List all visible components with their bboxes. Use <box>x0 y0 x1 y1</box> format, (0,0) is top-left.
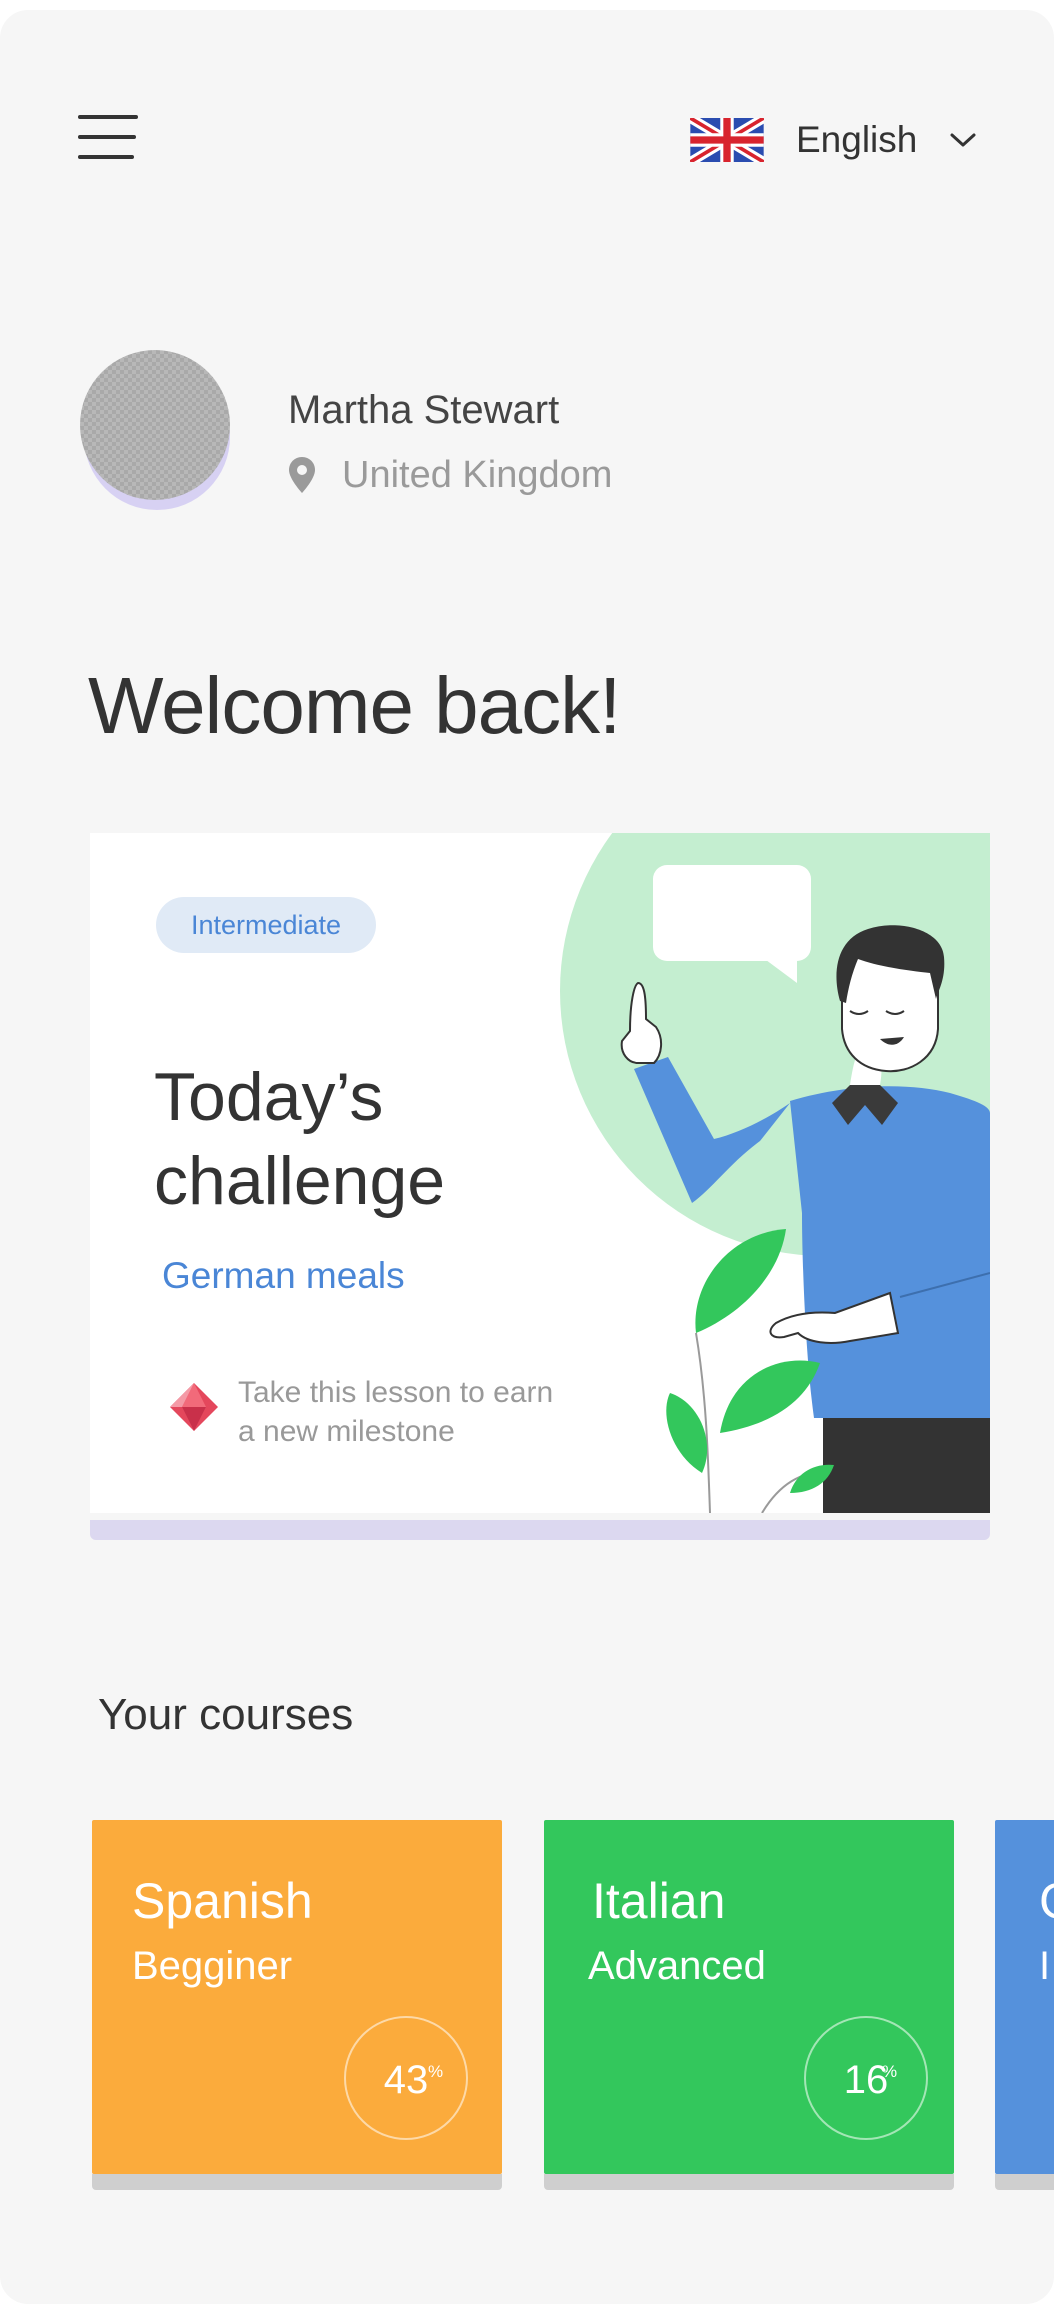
course-name: Italian <box>592 1873 726 1929</box>
user-name: Martha Stewart <box>288 388 560 432</box>
welcome-heading: Welcome back! <box>88 661 621 750</box>
challenge-title: Today’s challenge <box>154 1055 445 1223</box>
course-card-spanish[interactable]: Spanish Begginer 43 % <box>92 1820 502 2174</box>
language-label: English <box>796 119 918 160</box>
app-screen: English Martha Stewart United Kingdom We… <box>0 10 1054 2304</box>
gem-icon <box>170 1383 218 1431</box>
course-level: I <box>1039 1944 1051 1988</box>
course-card-partial[interactable]: G I <box>995 1820 1054 2174</box>
progress-value: 43 <box>383 2058 429 2102</box>
milestone-note: Take this lesson to earn a new milestone <box>238 1373 553 1451</box>
course-name: G <box>1039 1872 1054 1930</box>
course-card-shadow <box>92 2174 502 2190</box>
uk-flag-icon <box>690 118 764 162</box>
challenge-topic-link[interactable]: German meals <box>162 1255 405 1297</box>
challenge-card-shadow <box>90 1520 990 1540</box>
progress-ring: 43 % <box>344 2016 468 2140</box>
progress-unit: % <box>882 2062 898 2081</box>
language-selector[interactable]: English <box>690 110 977 170</box>
course-level: Advanced <box>588 1944 766 1988</box>
user-location: United Kingdom <box>288 450 612 500</box>
milestone-line2: a new milestone <box>238 1415 455 1448</box>
user-location-text: United Kingdom <box>342 453 613 496</box>
challenge-title-line2: challenge <box>154 1143 446 1219</box>
course-level: Begginer <box>132 1944 293 1988</box>
hamburger-menu-icon[interactable] <box>78 105 138 167</box>
challenge-card[interactable]: Intermediate Today’s challenge German me… <box>90 833 990 1513</box>
progress-value: 16 <box>843 2058 889 2102</box>
progress-unit: % <box>428 2062 444 2081</box>
avatar-photo <box>80 350 230 500</box>
avatar[interactable] <box>80 350 230 510</box>
course-card-shadow <box>995 2174 1054 2190</box>
course-card-italian[interactable]: Italian Advanced 16 % <box>544 1820 954 2174</box>
course-name: Spanish <box>132 1873 313 1929</box>
level-badge: Intermediate <box>156 897 376 953</box>
challenge-title-line1: Today’s <box>154 1059 384 1135</box>
milestone-line1: Take this lesson to earn <box>238 1376 554 1409</box>
courses-heading: Your courses <box>98 1690 354 1739</box>
course-card-shadow <box>544 2174 954 2190</box>
location-pin-icon <box>289 457 315 493</box>
progress-ring: 16 % <box>804 2016 928 2140</box>
chevron-down-icon <box>950 133 976 147</box>
